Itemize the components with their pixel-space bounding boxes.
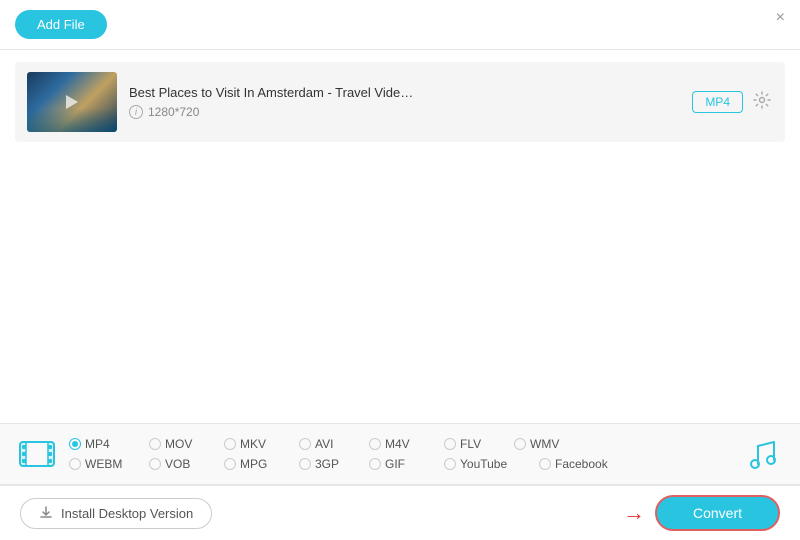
format-option-mkv[interactable]: MKV — [224, 437, 299, 451]
radio-facebook[interactable] — [539, 458, 551, 470]
radio-mov[interactable] — [149, 438, 161, 450]
add-file-button[interactable]: Add File — [15, 10, 107, 39]
file-resolution: 1280*720 — [148, 105, 199, 119]
content-area — [0, 154, 800, 394]
download-icon — [39, 506, 53, 520]
radio-3gp[interactable] — [299, 458, 311, 470]
file-meta: i 1280*720 — [129, 105, 680, 119]
file-item: Best Places to Visit In Amsterdam - Trav… — [15, 62, 785, 142]
file-title: Best Places to Visit In Amsterdam - Trav… — [129, 85, 680, 100]
format-option-wmv[interactable]: WMV — [514, 437, 584, 451]
film-icon — [18, 435, 56, 473]
format-option-webm[interactable]: WEBM — [69, 457, 149, 471]
format-option-mpg[interactable]: MPG — [224, 457, 299, 471]
format-bar: MP4 MOV MKV AVI M4V FLV — [0, 423, 800, 485]
file-area: Best Places to Visit In Amsterdam - Trav… — [0, 50, 800, 154]
format-option-mp4[interactable]: MP4 — [69, 437, 149, 451]
radio-flv[interactable] — [444, 438, 456, 450]
radio-mkv[interactable] — [224, 438, 236, 450]
format-option-vob[interactable]: VOB — [149, 457, 224, 471]
format-option-m4v[interactable]: M4V — [369, 437, 444, 451]
format-row-2: WEBM VOB MPG 3GP GIF YouTube — [69, 457, 736, 471]
radio-youtube[interactable] — [444, 458, 456, 470]
radio-gif[interactable] — [369, 458, 381, 470]
music-icon-area[interactable] — [741, 432, 785, 476]
arrow-area: → Convert — [623, 495, 780, 531]
format-option-facebook[interactable]: Facebook — [539, 457, 629, 471]
format-option-flv[interactable]: FLV — [444, 437, 514, 451]
file-info: Best Places to Visit In Amsterdam - Trav… — [129, 85, 680, 119]
music-icon — [748, 438, 778, 470]
gear-icon — [753, 91, 771, 109]
arrow-icon: → — [623, 500, 645, 526]
format-option-mov[interactable]: MOV — [149, 437, 224, 451]
settings-button[interactable] — [751, 89, 773, 116]
radio-vob[interactable] — [149, 458, 161, 470]
convert-button[interactable]: Convert — [655, 495, 780, 531]
format-option-avi[interactable]: AVI — [299, 437, 369, 451]
format-option-youtube[interactable]: YouTube — [444, 457, 539, 471]
file-actions: MP4 — [692, 89, 773, 116]
format-badge[interactable]: MP4 — [692, 91, 743, 113]
action-bar: Install Desktop Version → Convert — [0, 485, 800, 540]
format-options-grid: MP4 MOV MKV AVI M4V FLV — [69, 437, 736, 471]
film-icon-area — [15, 432, 59, 476]
top-bar: Add File × — [0, 0, 800, 50]
format-option-3gp[interactable]: 3GP — [299, 457, 369, 471]
format-row-1: MP4 MOV MKV AVI M4V FLV — [69, 437, 736, 451]
close-button[interactable]: × — [776, 10, 785, 26]
radio-webm[interactable] — [69, 458, 81, 470]
radio-wmv[interactable] — [514, 438, 526, 450]
radio-mpg[interactable] — [224, 458, 236, 470]
radio-m4v[interactable] — [369, 438, 381, 450]
info-icon: i — [129, 105, 143, 119]
format-option-gif[interactable]: GIF — [369, 457, 444, 471]
radio-avi[interactable] — [299, 438, 311, 450]
file-thumbnail — [27, 72, 117, 132]
radio-mp4[interactable] — [69, 438, 81, 450]
install-button[interactable]: Install Desktop Version — [20, 498, 212, 529]
install-label: Install Desktop Version — [61, 506, 193, 521]
